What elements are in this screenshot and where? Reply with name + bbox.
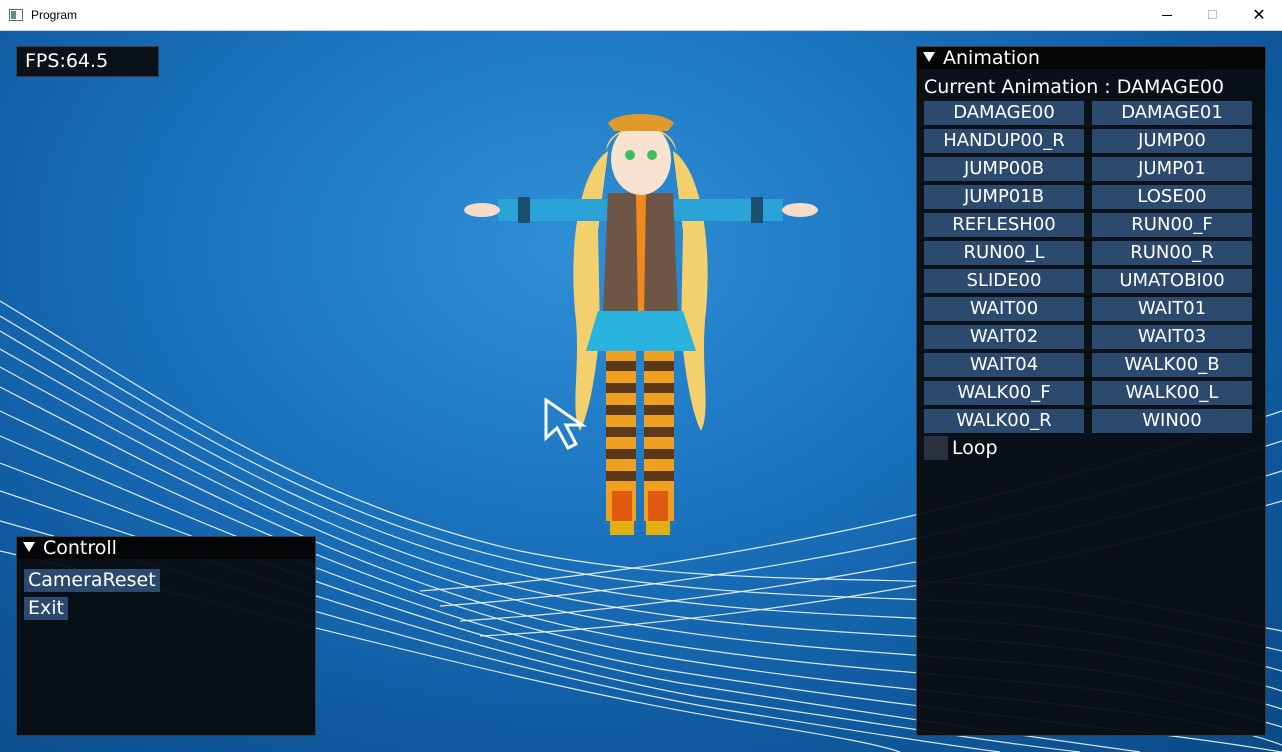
animation-panel-title: Animation [943,47,1040,69]
anim-button-handup00-r[interactable]: HANDUP00_R [924,129,1084,153]
anim-button-wait00[interactable]: WAIT00 [924,297,1084,321]
camera-reset-button[interactable]: CameraReset [24,569,160,592]
anim-button-win00[interactable]: WIN00 [1092,409,1252,433]
anim-button-slide00[interactable]: SLIDE00 [924,269,1084,293]
window-title: Program [31,8,78,22]
left-hand [464,203,500,217]
minimize-icon [1162,15,1172,16]
control-panel: Controll CameraReset Exit [16,536,316,736]
fps-counter: FPS:64.5 [16,46,159,77]
anim-button-run00-r[interactable]: RUN00_R [1092,241,1252,265]
right-arm [673,199,783,221]
close-button[interactable]: ✕ [1236,0,1282,30]
render-viewport[interactable]: FPS:64.5 Animation Current Animation : D… [0,31,1282,752]
left-arm [498,199,608,221]
anim-button-wait03[interactable]: WAIT03 [1092,325,1252,349]
loop-checkbox[interactable] [924,436,948,460]
anim-button-jump00b[interactable]: JUMP00B [924,157,1084,181]
anim-button-jump01b[interactable]: JUMP01B [924,185,1084,209]
anim-button-damage00[interactable]: DAMAGE00 [924,101,1084,125]
anim-button-jump01[interactable]: JUMP01 [1092,157,1252,181]
collapse-triangle-icon [23,542,35,552]
title-bar: Program ✕ [0,0,1282,31]
right-hand [782,203,818,217]
anim-button-lose00[interactable]: LOSE00 [1092,185,1252,209]
anim-button-wait02[interactable]: WAIT02 [924,325,1084,349]
left-leg [606,351,636,535]
mouse-cursor-icon [544,398,587,450]
skirt [586,311,696,351]
collapse-triangle-icon [923,52,935,62]
app-icon [9,9,23,21]
character-model [464,114,818,535]
maximize-button[interactable] [1190,0,1236,30]
anim-button-run00-f[interactable]: RUN00_F [1092,213,1252,237]
anim-button-walk00-r[interactable]: WALK00_R [924,409,1084,433]
animation-panel: Animation Current Animation : DAMAGE00 D… [916,46,1266,736]
anim-button-umatobi00[interactable]: UMATOBI00 [1092,269,1252,293]
hair-back [573,151,608,431]
control-panel-title: Controll [43,537,117,559]
control-panel-header[interactable]: Controll [17,537,315,559]
exit-button[interactable]: Exit [24,597,68,620]
anim-button-jump00[interactable]: JUMP00 [1092,129,1252,153]
anim-button-walk00-f[interactable]: WALK00_F [924,381,1084,405]
head [611,123,671,195]
anim-button-wait04[interactable]: WAIT04 [924,353,1084,377]
hair-back-right [673,151,708,431]
anim-button-wait01[interactable]: WAIT01 [1092,297,1252,321]
anim-button-walk00-l[interactable]: WALK00_L [1092,381,1252,405]
current-animation-label: Current Animation : DAMAGE00 [924,76,1225,98]
minimize-button[interactable] [1144,0,1190,30]
loop-label: Loop [952,437,998,459]
maximize-icon [1208,10,1217,19]
anim-button-run00-l[interactable]: RUN00_L [924,241,1084,265]
anim-button-damage01[interactable]: DAMAGE01 [1092,101,1252,125]
right-leg [644,351,674,535]
animation-panel-header[interactable]: Animation [917,47,1265,69]
anim-button-walk00-b[interactable]: WALK00_B [1092,353,1252,377]
anim-button-reflesh00[interactable]: REFLESH00 [924,213,1084,237]
